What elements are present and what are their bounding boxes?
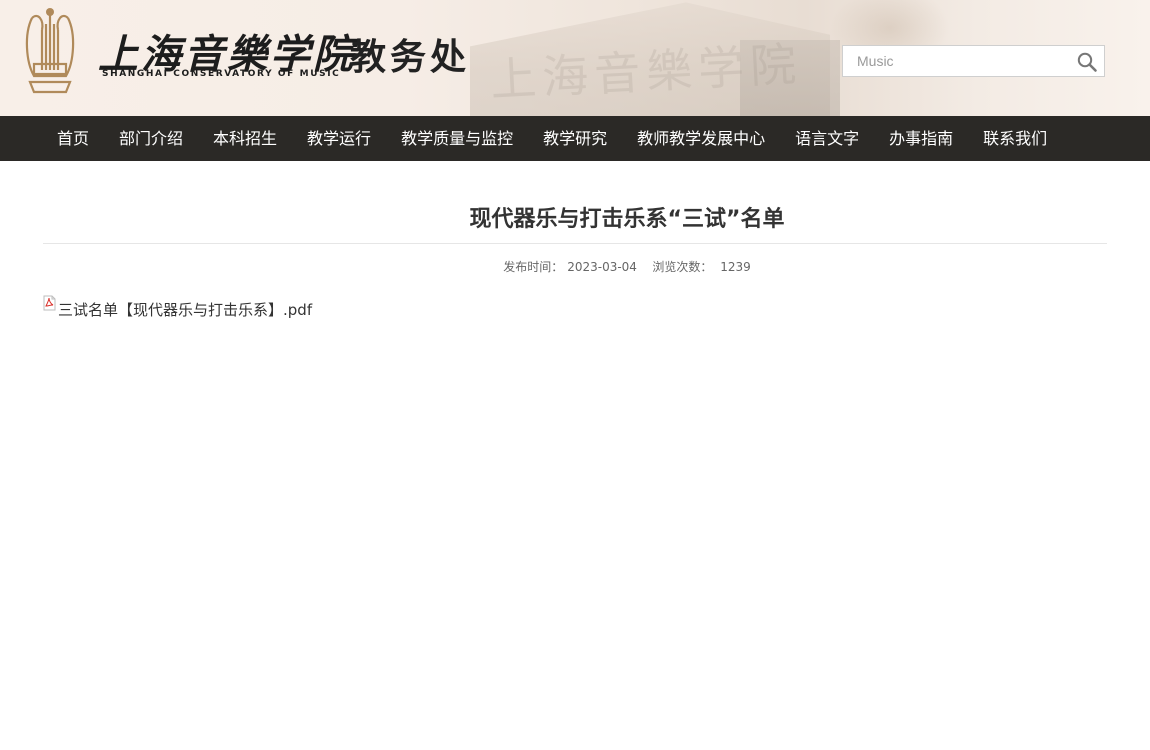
views-label: 浏览次数： <box>652 260 713 274</box>
search-input[interactable] <box>843 46 1068 76</box>
article-title: 现代器乐与打击乐系“三试”名单 <box>43 201 1107 244</box>
nav-item-quality-monitoring[interactable]: 教学质量与监控 <box>386 116 528 161</box>
article-meta: 发布时间： 2023-03-04 浏览次数： 1239 <box>43 258 1107 275</box>
attachment-item: 三试名单【现代器乐与打击乐系】.pdf <box>43 295 1107 320</box>
views-count: 1239 <box>720 260 751 274</box>
nav-item-home[interactable]: 首页 <box>42 116 104 161</box>
pdf-icon <box>43 295 56 311</box>
school-name-english: SHANGHAI CONSERVATORY OF MUSIC <box>102 69 341 79</box>
main-navigation: 首页 部门介绍 本科招生 教学运行 教学质量与监控 教学研究 教师教学发展中心 … <box>0 116 1150 161</box>
nav-item-teaching-operations[interactable]: 教学运行 <box>292 116 386 161</box>
attachment-link[interactable]: 三试名单【现代器乐与打击乐系】.pdf <box>58 299 312 320</box>
article-content: 现代器乐与打击乐系“三试”名单 发布时间： 2023-03-04 浏览次数： 12… <box>43 201 1107 320</box>
nav-item-contact[interactable]: 联系我们 <box>968 116 1062 161</box>
nav-item-teaching-research[interactable]: 教学研究 <box>528 116 622 161</box>
publish-date: 2023-03-04 <box>567 260 637 274</box>
search-box <box>842 45 1105 77</box>
nav-item-faculty-development-center[interactable]: 教师教学发展中心 <box>622 116 780 161</box>
nav-item-department-intro[interactable]: 部门介绍 <box>104 116 198 161</box>
nav-item-undergraduate-admissions[interactable]: 本科招生 <box>198 116 292 161</box>
site-header: 上海音樂学院 上海音樂学院 SHANGHAI CONSERVATORY OF M… <box>0 0 1150 116</box>
magnifier-icon[interactable] <box>1076 51 1098 73</box>
office-name: 教务处 <box>350 37 471 78</box>
conservatory-lyre-logo-icon[interactable] <box>20 4 80 96</box>
nav-item-language[interactable]: 语言文字 <box>780 116 874 161</box>
nav-item-guide[interactable]: 办事指南 <box>874 116 968 161</box>
publish-label: 发布时间： <box>503 260 564 274</box>
